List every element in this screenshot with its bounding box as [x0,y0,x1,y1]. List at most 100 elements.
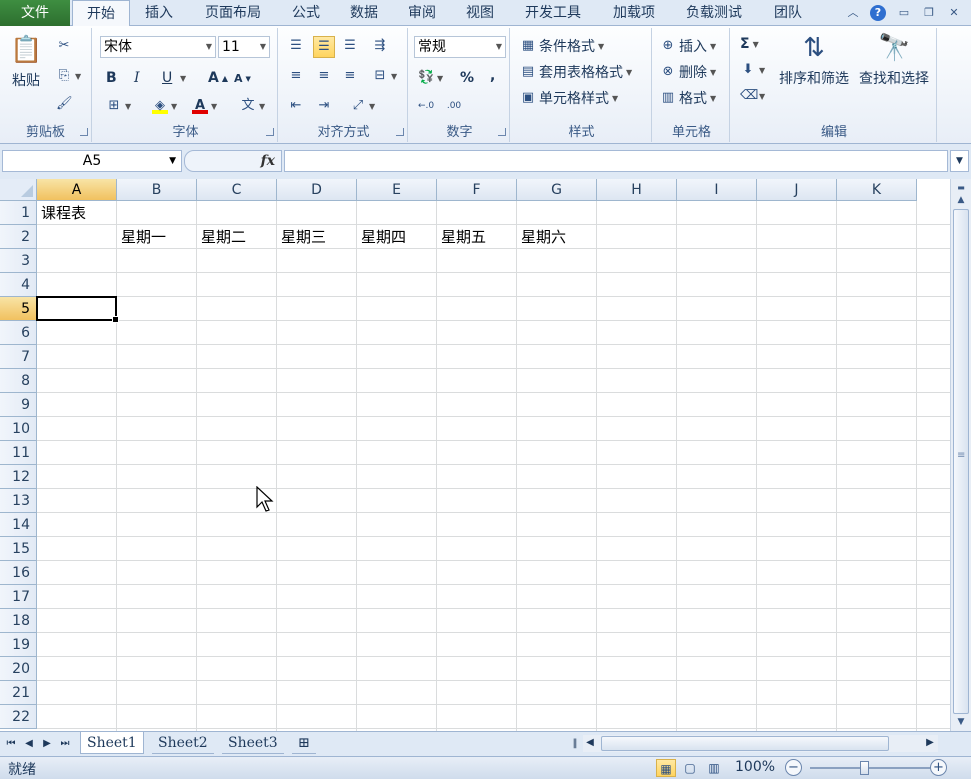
formula-input[interactable] [284,150,948,172]
row-header-18[interactable]: 18 [0,609,37,633]
paste-button[interactable]: 📋 粘贴 [4,34,48,90]
row-header-22[interactable]: 22 [0,705,37,729]
close-window-icon[interactable]: ✕ [946,5,962,21]
zoom-in-icon[interactable]: + [930,759,947,776]
row-header-1[interactable]: 1 [0,201,37,225]
find-select-button[interactable]: 🔭 查找和选择 [854,32,934,88]
column-header-j[interactable]: J [757,179,837,201]
shrink-font-button[interactable]: A ▼ [234,72,251,85]
tab-home[interactable]: 开始 [72,0,130,27]
tab-split-handle-icon[interactable]: ‖ [568,737,582,751]
row-header-21[interactable]: 21 [0,681,37,705]
row-header-19[interactable]: 19 [0,633,37,657]
row-header-6[interactable]: 6 [0,321,37,345]
currency-button[interactable]: 💱 ▼ [418,70,443,86]
conditional-formatting-button[interactable]: ▦ 条件格式 ▼ [520,36,604,56]
row-header-16[interactable]: 16 [0,561,37,585]
decrease-decimal-button[interactable]: .00 [446,98,462,114]
sheet-tab-sheet1[interactable]: Sheet1 [80,732,144,754]
font-name-select[interactable]: 宋体 ▼ [100,36,216,58]
tab-data[interactable]: 数据 [340,0,388,26]
copy-button[interactable]: ⎘ ▼ [56,68,81,84]
column-header-b[interactable]: B [117,179,197,201]
scroll-up-icon[interactable]: ▲ [954,193,968,207]
dialog-launcher-icon[interactable] [266,128,274,136]
insert-function-icon[interactable]: fx [261,153,275,169]
autosum-button[interactable]: Σ ▼ [740,36,759,52]
decrease-indent-button[interactable]: ⇤ [288,98,304,114]
row-header-7[interactable]: 7 [0,345,37,369]
column-header-d[interactable]: D [277,179,357,201]
prev-sheet-icon[interactable]: ◀ [22,737,36,751]
cell-c2[interactable]: 星期二 [197,225,246,249]
format-painter-button[interactable]: 🖌 [56,96,73,112]
cell-f2[interactable]: 星期五 [437,225,486,249]
bold-button[interactable]: B [106,70,117,86]
active-cell-outline[interactable] [36,296,119,323]
delete-cells-button[interactable]: ⊗ 删除 ▼ [660,62,717,82]
tab-file[interactable]: 文件 [0,0,70,26]
vertical-scroll-thumb[interactable] [953,209,969,714]
expand-formula-bar-icon[interactable]: ▼ [950,150,969,172]
row-header-15[interactable]: 15 [0,537,37,561]
zoom-level[interactable]: 100% [735,759,775,775]
column-header-i[interactable]: I [677,179,757,201]
align-top-button[interactable]: ☰ [288,38,304,54]
scroll-right-icon[interactable]: ▶ [923,736,937,750]
sort-filter-button[interactable]: ⇅ 排序和筛选 [774,32,854,88]
scroll-left-icon[interactable]: ◀ [583,736,597,750]
minimize-window-icon[interactable]: ▭ [896,5,912,21]
underline-button[interactable]: U [162,70,172,86]
cut-button[interactable]: ✂ [56,38,72,54]
row-header-14[interactable]: 14 [0,513,37,537]
borders-button[interactable]: ⊞ ▼ [106,98,132,114]
align-center-button[interactable]: ≡ [316,68,332,84]
tab-formulas[interactable]: 公式 [282,0,330,26]
merge-center-button[interactable]: ⊟ ▼ [372,68,398,84]
tab-page-layout[interactable]: 页面布局 [196,0,270,26]
page-layout-view-icon[interactable]: ▢ [680,759,700,777]
horizontal-scrollbar[interactable]: ◀ ▶ [583,735,938,752]
column-header-e[interactable]: E [357,179,437,201]
clear-button[interactable]: ⌫ ▼ [740,88,765,104]
row-header-8[interactable]: 8 [0,369,37,393]
row-header-9[interactable]: 9 [0,393,37,417]
underline-dropdown[interactable]: ▼ [180,74,186,83]
row-header-10[interactable]: 10 [0,417,37,441]
insert-cells-button[interactable]: ⊕ 插入 ▼ [660,36,717,56]
row-header-11[interactable]: 11 [0,441,37,465]
row-header-4[interactable]: 4 [0,273,37,297]
cell-b2[interactable]: 星期一 [117,225,166,249]
horizontal-scroll-thumb[interactable] [601,736,889,751]
next-sheet-icon[interactable]: ▶ [40,737,54,751]
column-header-f[interactable]: F [437,179,517,201]
column-header-a[interactable]: A [37,179,117,201]
name-box[interactable]: A5 ▼ [2,150,182,172]
dialog-launcher-icon[interactable] [498,128,506,136]
align-right-button[interactable]: ≡ [342,68,358,84]
align-middle-button[interactable]: ☰ [313,36,335,58]
tab-team[interactable]: 团队 [764,0,812,26]
row-header-13[interactable]: 13 [0,489,37,513]
tab-developer[interactable]: 开发工具 [514,0,592,26]
sheet-tab-sheet2[interactable]: Sheet2 [152,732,214,754]
font-size-select[interactable]: 11 ▼ [218,36,270,58]
text-direction-button[interactable]: ⤢ ▼ [350,98,375,114]
page-break-view-icon[interactable]: ▥ [704,759,724,777]
zoom-slider-thumb[interactable] [860,761,869,775]
normal-view-icon[interactable]: ▦ [656,759,676,777]
fill-button[interactable]: ⬇ ▼ [740,62,766,78]
tab-view[interactable]: 视图 [456,0,504,26]
orientation-button[interactable]: ⇶ [372,38,388,54]
last-sheet-icon[interactable]: ⏭ [58,737,72,751]
vertical-scrollbar[interactable]: ▬ ▲ ▼ [950,179,971,731]
tab-review[interactable]: 审阅 [398,0,446,26]
tab-insert[interactable]: 插入 [135,0,183,26]
row-header-17[interactable]: 17 [0,585,37,609]
row-header-2[interactable]: 2 [0,225,37,249]
scroll-down-icon[interactable]: ▼ [954,715,968,729]
phonetic-button[interactable]: 文 ▼ [240,98,265,114]
format-as-table-button[interactable]: ▤ 套用表格格式 ▼ [520,62,632,82]
column-header-k[interactable]: K [837,179,917,201]
percent-button[interactable]: % [460,70,474,86]
